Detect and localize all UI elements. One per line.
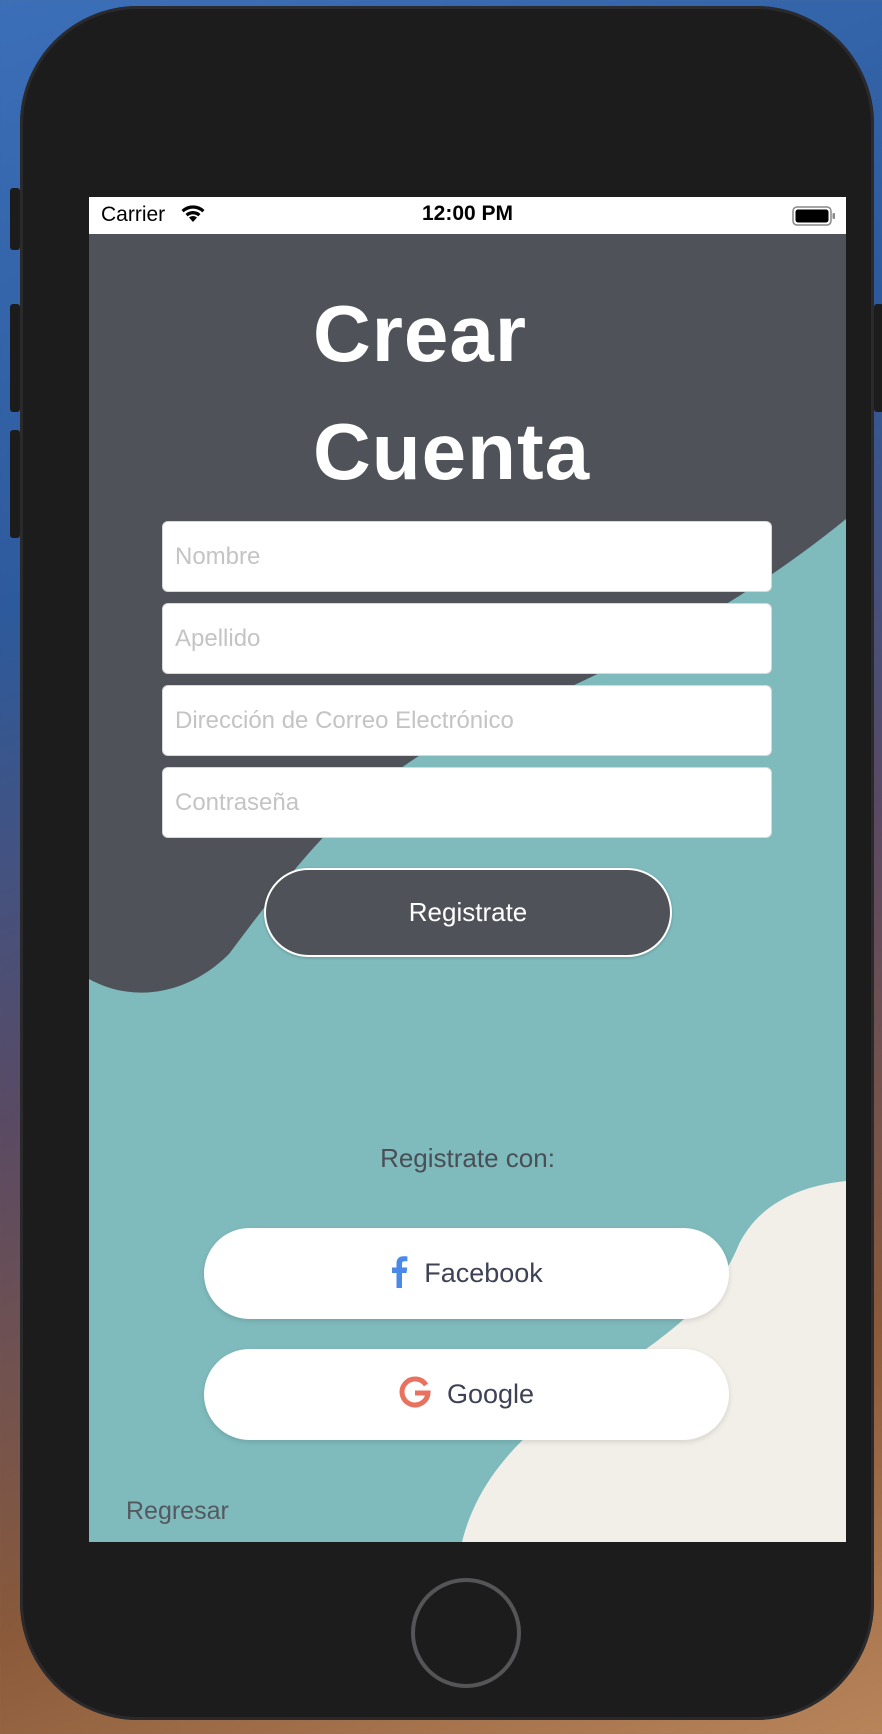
facebook-label: Facebook xyxy=(424,1258,543,1288)
facebook-button[interactable]: Facebook xyxy=(204,1228,729,1319)
password-field[interactable] xyxy=(162,767,772,838)
mute-switch xyxy=(10,188,20,250)
google-icon xyxy=(399,1376,431,1413)
page-title: Crear Cuenta xyxy=(313,275,733,511)
back-link[interactable]: Regresar xyxy=(126,1497,229,1526)
last-name-field[interactable] xyxy=(162,603,772,674)
home-button[interactable] xyxy=(411,1578,521,1688)
last-name-input[interactable] xyxy=(163,604,771,673)
status-bar: Carrier 12:00 PM xyxy=(89,197,846,234)
title-line-1: Crear xyxy=(313,289,528,378)
email-field[interactable] xyxy=(162,685,772,756)
email-input[interactable] xyxy=(163,686,771,755)
title-line-2: Cuenta xyxy=(313,407,591,496)
password-input[interactable] xyxy=(163,768,771,837)
battery-icon xyxy=(792,206,836,231)
status-time: 12:00 PM xyxy=(421,202,514,225)
power-button xyxy=(874,304,882,412)
volume-down-button xyxy=(10,430,20,538)
register-button[interactable]: Registrate xyxy=(264,868,672,957)
first-name-input[interactable] xyxy=(163,522,771,591)
app-screen: Carrier 12:00 PM Crear Cuenta Nombre Ape… xyxy=(89,197,846,1542)
phone-frame: Carrier 12:00 PM Crear Cuenta Nombre Ape… xyxy=(10,6,882,1720)
google-button[interactable]: Google xyxy=(204,1349,729,1440)
first-name-field[interactable] xyxy=(162,521,772,592)
google-label: Google xyxy=(446,1379,535,1409)
register-with-label: Registrate con: xyxy=(380,1143,555,1173)
facebook-icon xyxy=(390,1254,408,1293)
volume-up-button xyxy=(10,304,20,412)
